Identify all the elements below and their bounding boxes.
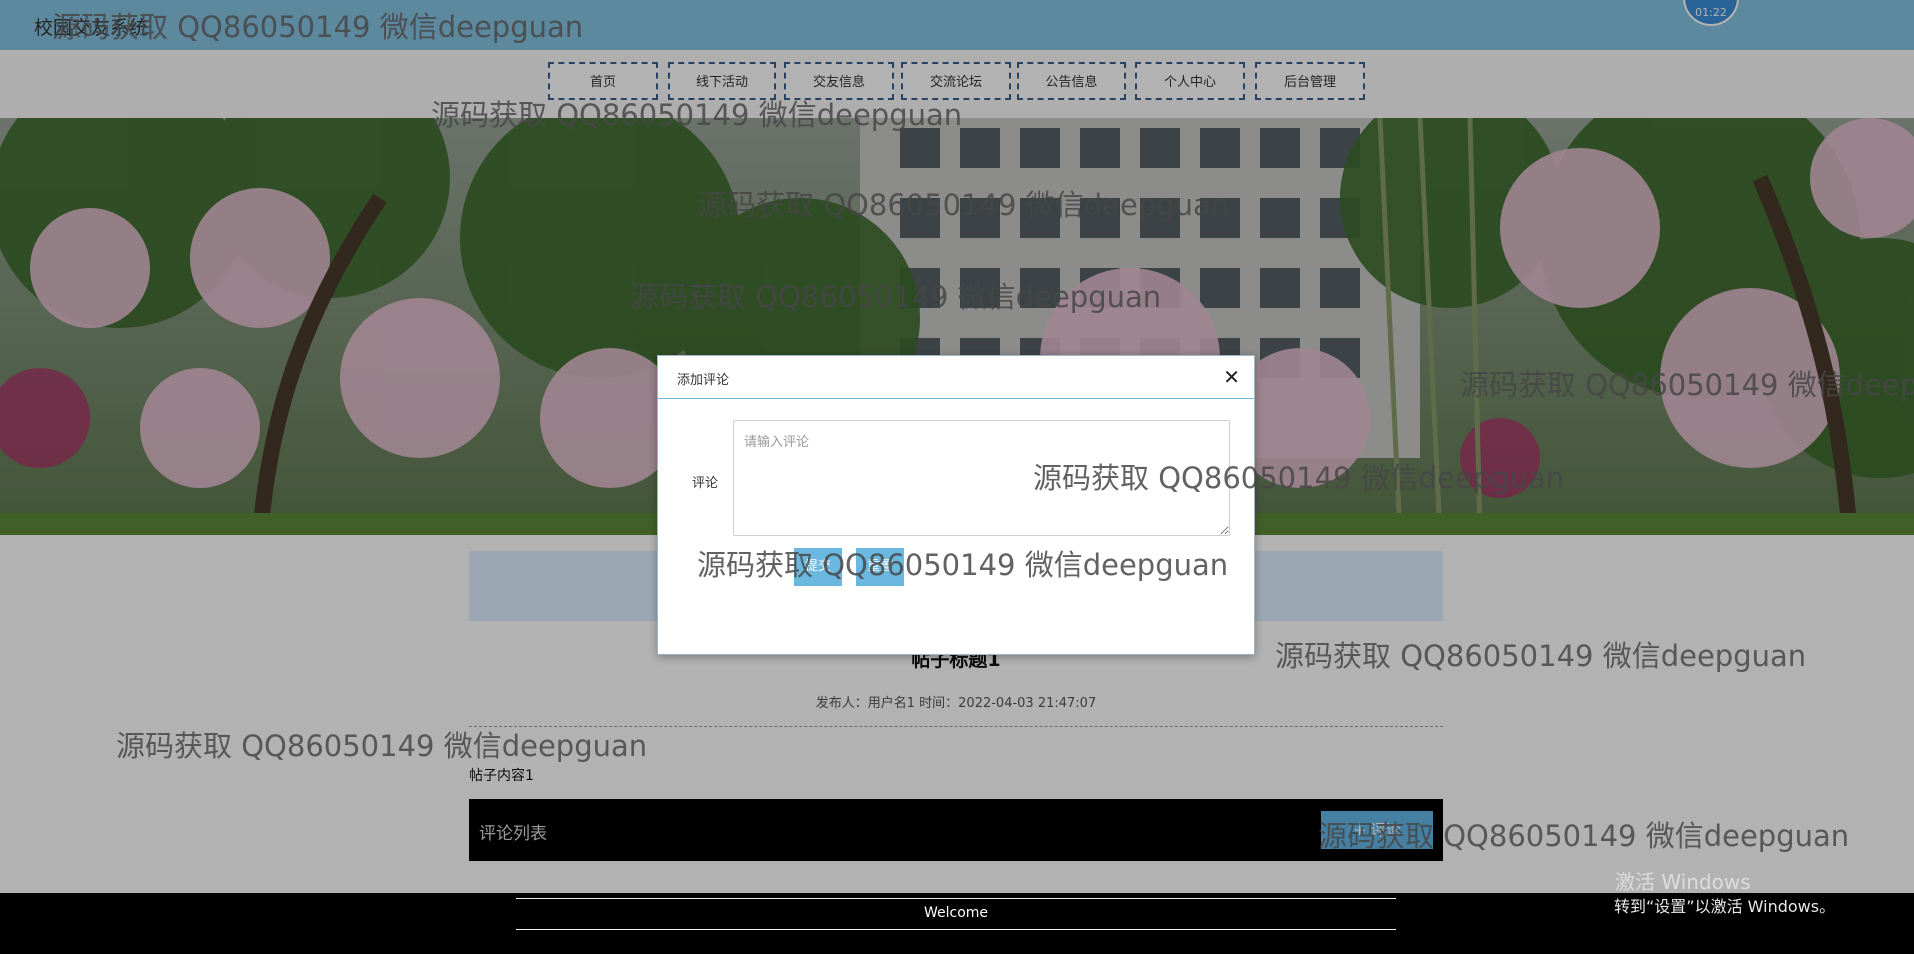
dialog-title: 添加评论 xyxy=(677,373,730,388)
windows-activation-title: 激活 Windows xyxy=(1615,870,1751,894)
comment-textarea[interactable] xyxy=(733,420,1230,536)
footer-bottom-line xyxy=(516,929,1396,930)
comment-field-label: 评论 xyxy=(692,476,719,491)
close-icon[interactable]: ✕ xyxy=(1223,365,1240,389)
windows-activation-hint: 转到“设置”以激活 Windows。 xyxy=(1614,897,1836,916)
add-comment-dialog: 添加评论 ✕ 评论 提交 重置 xyxy=(657,355,1255,655)
dialog-header: 添加评论 ✕ xyxy=(658,356,1254,399)
footer-text: Welcome xyxy=(923,905,989,921)
submit-button[interactable]: 提交 xyxy=(794,548,842,586)
footer-top-line xyxy=(516,898,1396,899)
reset-button[interactable]: 重置 xyxy=(856,548,904,586)
